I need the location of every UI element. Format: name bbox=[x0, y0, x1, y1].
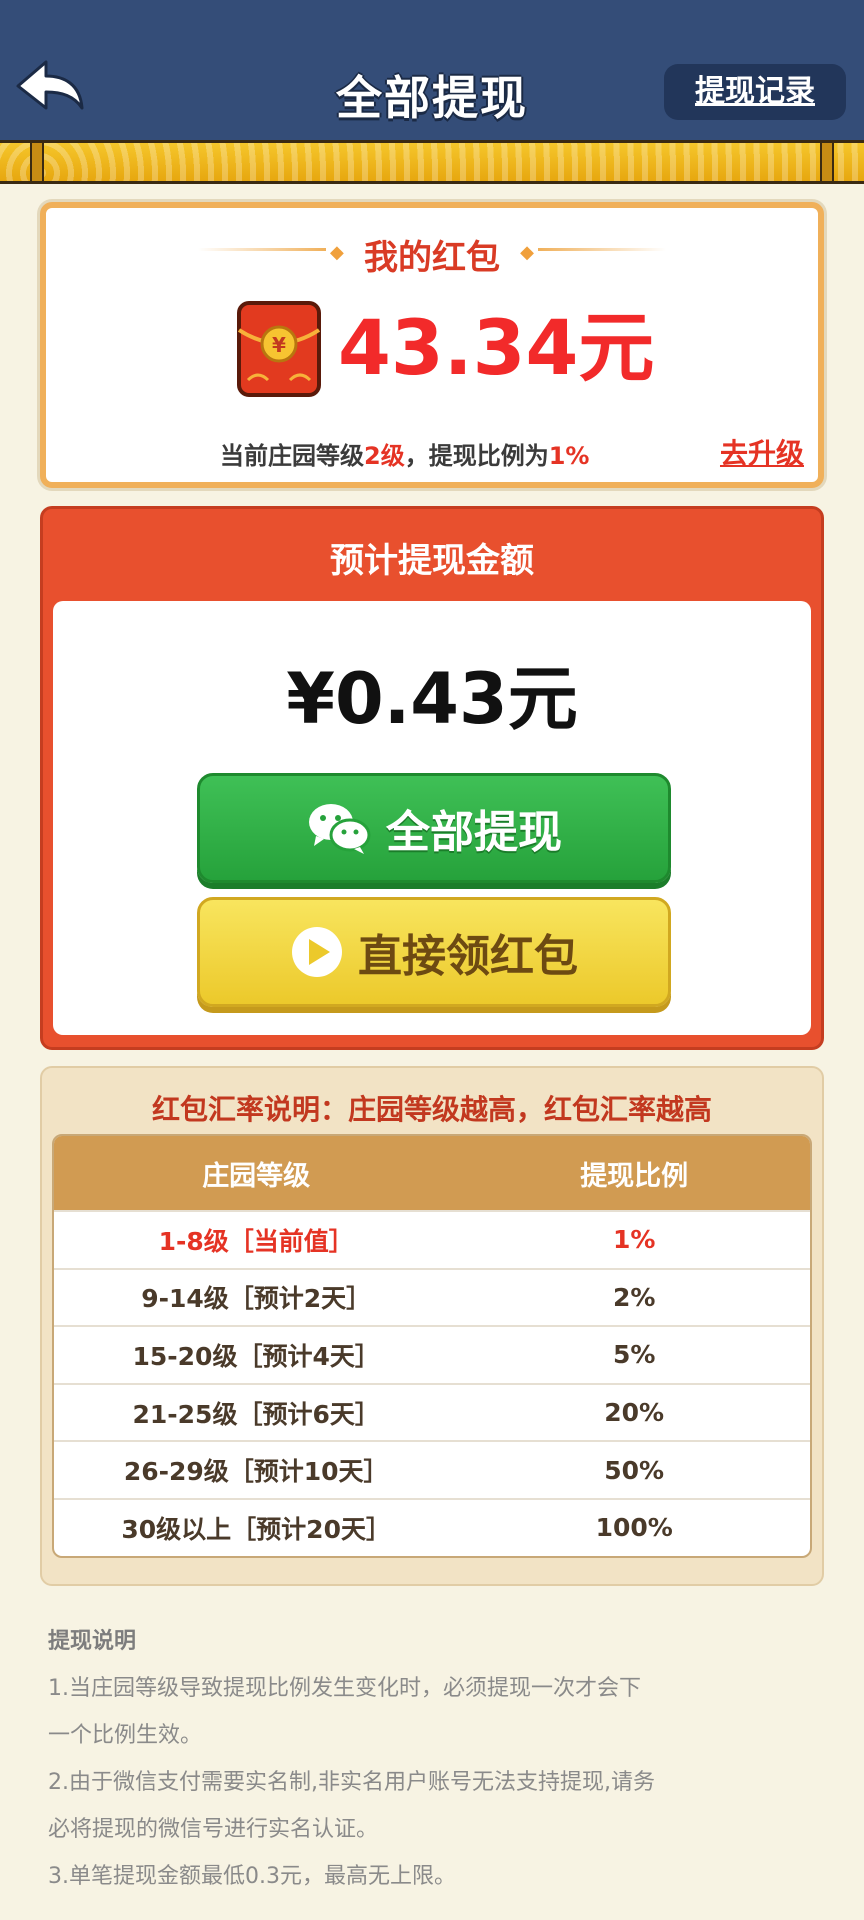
red-packet-balance: 43.34元 bbox=[338, 303, 655, 392]
row-level: 15-20级［预计4天］ bbox=[132, 1341, 380, 1371]
wechat-icon bbox=[309, 804, 371, 854]
row-rate: 1% bbox=[612, 1225, 656, 1255]
header-rate: 提现比例 bbox=[580, 1160, 689, 1192]
row-level: 1-8级［当前值］ bbox=[158, 1226, 354, 1256]
exchange-rate-title: 红包汇率说明：庄园等级越高，红包汇率越高 bbox=[151, 1093, 712, 1126]
header-level: 庄园等级 bbox=[202, 1160, 311, 1192]
table-row: 9-14级［预计2天］ 2% bbox=[54, 1267, 810, 1326]
estimated-amount: ¥0.43元 bbox=[286, 658, 578, 740]
current-rate: 1% bbox=[548, 442, 590, 470]
withdraw-all-button[interactable]: 全部提现 bbox=[197, 773, 671, 883]
notes-title: 提现说明 bbox=[48, 1629, 137, 1654]
level-mid-text: ，提现比例为 bbox=[404, 442, 549, 470]
row-level: 30级以上［预计20天］ bbox=[121, 1514, 391, 1544]
table-header: 庄园等级 提现比例 bbox=[54, 1136, 810, 1210]
claim-red-packet-button[interactable]: 直接领红包 bbox=[197, 897, 671, 1007]
row-rate: 2% bbox=[612, 1282, 656, 1312]
note-line: 必将提现的微信号进行实名认证。 bbox=[48, 1817, 379, 1842]
current-level: 2级 bbox=[364, 442, 405, 470]
level-info: 当前庄园等级2级，提现比例为1% bbox=[220, 436, 589, 471]
estimate-panel: ¥0.43元 全部提现 直接领红包 bbox=[53, 601, 811, 1035]
table-row: 26-29级［预计10天］ 50% bbox=[54, 1440, 810, 1498]
rate-table: 庄园等级 提现比例 1-8级［当前值］ 1% 9-14级［预计2天］ 2% 15… bbox=[52, 1134, 812, 1558]
my-red-packet-title: 我的红包 bbox=[364, 238, 500, 278]
claim-red-packet-label: 直接领红包 bbox=[358, 931, 578, 982]
table-row-current: 1-8级［当前值］ 1% bbox=[54, 1210, 810, 1268]
banner-post-left bbox=[30, 143, 44, 181]
note-line: 2.由于微信支付需要实名制,非实名用户账号无法支持提现,请务 bbox=[48, 1770, 655, 1795]
banner-post-right bbox=[820, 143, 834, 181]
note-line: 1.当庄园等级导致提现比例发生变化时，必须提现一次才会下 bbox=[48, 1676, 641, 1701]
row-level: 26-29级［预计10天］ bbox=[123, 1457, 389, 1487]
upgrade-link[interactable]: 去升级 bbox=[720, 432, 804, 472]
row-rate: 100% bbox=[595, 1513, 673, 1543]
row-level: 9-14级［预计2天］ bbox=[141, 1284, 372, 1314]
table-row: 30级以上［预计20天］ 100% bbox=[54, 1497, 810, 1556]
withdraw-all-label: 全部提现 bbox=[386, 807, 562, 858]
note-line: 一个比例生效。 bbox=[48, 1723, 203, 1748]
exchange-rate-card: 红包汇率说明：庄园等级越高，红包汇率越高 庄园等级 提现比例 1-8级［当前值］… bbox=[40, 1066, 824, 1586]
table-row: 15-20级［预计4天］ 5% bbox=[54, 1325, 810, 1383]
svg-text:¥: ¥ bbox=[272, 333, 286, 357]
withdraw-notes: 提现说明 1.当庄园等级导致提现比例发生变化时，必须提现一次才会下 一个比例生效… bbox=[48, 1618, 808, 1900]
row-level: 21-25级［预计6天］ bbox=[132, 1399, 380, 1429]
decorative-banner bbox=[0, 140, 864, 184]
estimate-title: 预计提现金额 bbox=[330, 541, 534, 581]
row-rate: 20% bbox=[604, 1398, 665, 1428]
row-rate: 5% bbox=[612, 1340, 656, 1370]
withdraw-history-button[interactable]: 提现记录 bbox=[664, 64, 846, 120]
top-bar: 全部提现 提现记录 bbox=[0, 0, 864, 140]
table-row: 21-25级［预计6天］ 20% bbox=[54, 1382, 810, 1441]
red-packet-icon: ¥ bbox=[236, 300, 322, 398]
play-icon bbox=[292, 927, 342, 977]
row-rate: 50% bbox=[604, 1455, 665, 1485]
my-red-packet-card: ◆ ◆ 我的红包 ¥ 43.34元 当前庄园等级2级，提现比例为1% 去升级 bbox=[40, 202, 824, 488]
estimate-card: 预计提现金额 ¥0.43元 全部提现 直接领红包 bbox=[40, 506, 824, 1050]
level-prefix: 当前庄园等级 bbox=[220, 442, 364, 470]
note-line: 3.单笔提现金额最低0.3元，最高无上限。 bbox=[48, 1864, 456, 1889]
